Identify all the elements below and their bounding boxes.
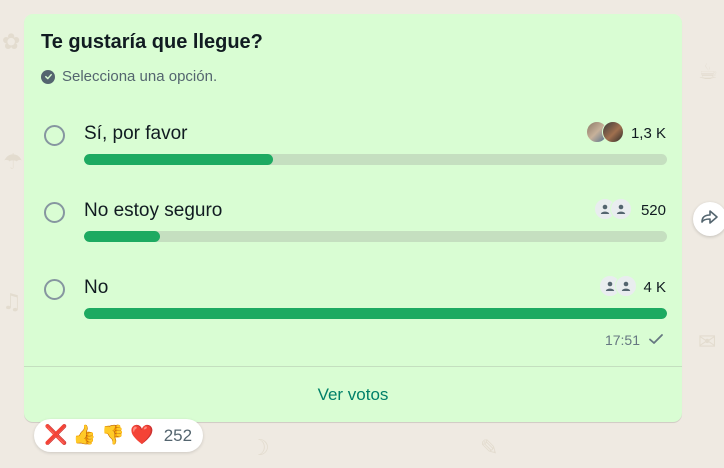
option-radio[interactable] [44, 202, 65, 223]
see-votes-button[interactable]: Ver votos [24, 367, 682, 422]
wallpaper-doodle: ☕ [698, 60, 718, 85]
poll-option-no[interactable]: No 4 K [24, 273, 682, 333]
option-progress-track [84, 231, 667, 242]
forward-button[interactable] [693, 202, 724, 236]
option-progress-track [84, 154, 667, 165]
reaction-count: 252 [163, 425, 193, 445]
option-progress-fill [84, 231, 160, 242]
poll-hint-text: Selecciona una opción. [62, 68, 218, 85]
wallpaper-doodle: ☂ [3, 150, 23, 175]
wallpaper-doodle: ✿ [2, 30, 21, 55]
option-progress-fill [84, 308, 667, 319]
option-vote-count: 520 [640, 202, 666, 219]
option-progress-track [84, 308, 667, 319]
option-label: No [84, 277, 109, 298]
reactions-pill[interactable]: ❌ 👍 👎 ❤️ 252 [34, 419, 204, 452]
poll-option-no-estoy-seguro[interactable]: No estoy seguro 520 [24, 196, 682, 256]
wallpaper-doodle: ✉ [698, 330, 717, 355]
wallpaper-doodle: ✎ [480, 436, 499, 461]
option-label: No estoy seguro [84, 200, 223, 221]
reaction-emoji-x: ❌ [44, 424, 68, 446]
avatar [602, 121, 624, 143]
option-label: Sí, por favor [84, 123, 188, 144]
option-vote-count: 4 K [643, 279, 666, 296]
voter-avatars [599, 275, 637, 297]
check-circle-icon [41, 69, 55, 84]
poll-message-bubble: Te gustaría que llegue? Selecciona una o… [24, 14, 682, 422]
message-meta: 17:51 [605, 332, 664, 348]
reaction-emoji-thumbs-up: 👍 [72, 424, 97, 446]
option-radio[interactable] [44, 125, 65, 146]
poll-question: Te gustaría que llegue? [41, 31, 263, 53]
option-radio[interactable] [44, 279, 65, 300]
wallpaper-doodle: ☽ [250, 436, 270, 461]
forward-icon [700, 209, 720, 230]
default-avatar-icon [610, 198, 632, 220]
default-avatar-icon [615, 275, 637, 297]
reaction-emoji-heart: ❤️ [130, 424, 154, 446]
wallpaper-doodle: ♫ [2, 290, 22, 315]
option-vote-count: 1,3 K [630, 125, 666, 142]
poll-option-si-por-favor[interactable]: Sí, por favor 1,3 K [24, 119, 682, 179]
voter-avatars [594, 198, 632, 220]
message-time: 17:51 [604, 332, 640, 348]
option-progress-fill [84, 154, 274, 165]
poll-hint: Selecciona una opción. [41, 68, 217, 85]
reaction-emoji-thumbs-down: 👎 [101, 424, 126, 446]
single-check-icon [648, 332, 664, 348]
voter-avatars [586, 121, 624, 143]
